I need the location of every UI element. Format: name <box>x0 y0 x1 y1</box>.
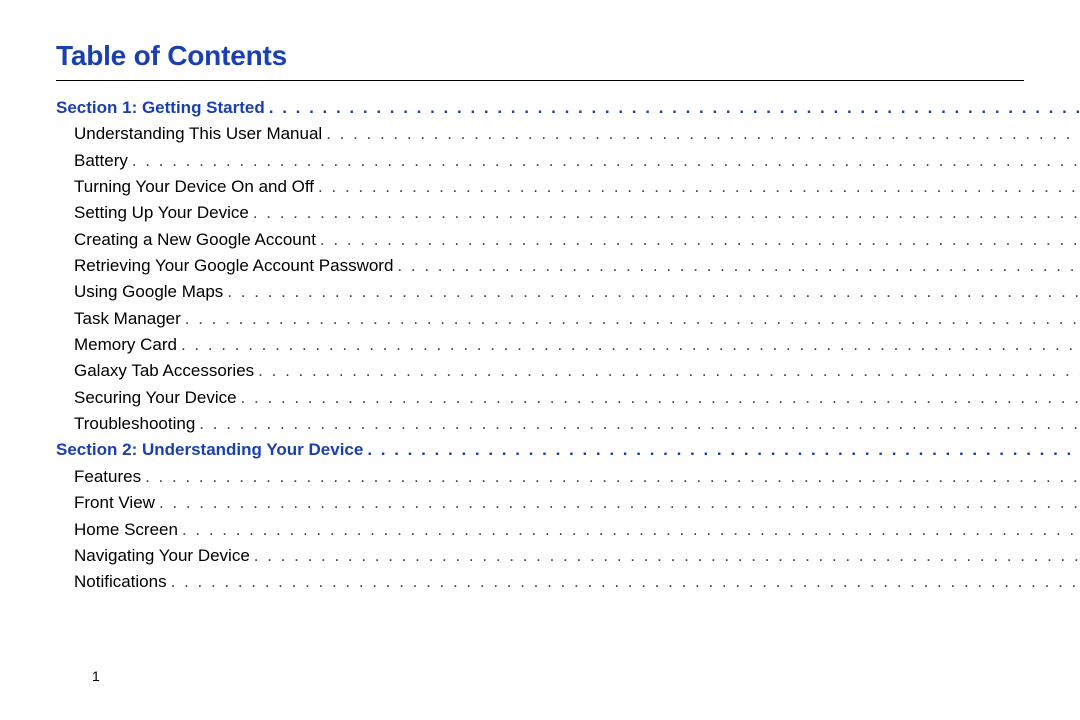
toc-item[interactable]: Understanding This User Manual5 <box>56 121 1080 147</box>
toc-leader-dots <box>258 358 1080 384</box>
toc-item[interactable]: Securing Your Device15 <box>56 385 1080 411</box>
toc-item[interactable]: Creating a New Google Account12 <box>56 227 1080 253</box>
toc-entry-label: Front View <box>74 490 155 516</box>
toc-leader-dots <box>171 569 1080 595</box>
toc-entry-label: Galaxy Tab Accessories <box>74 358 254 384</box>
toc-item[interactable]: Battery6 <box>56 148 1080 174</box>
toc-item[interactable]: Troubleshooting16 <box>56 411 1080 437</box>
toc-entry-label: Memory Card <box>74 332 177 358</box>
toc-item[interactable]: Galaxy Tab Accessories15 <box>56 358 1080 384</box>
toc-leader-dots <box>241 385 1080 411</box>
toc-leader-dots <box>199 411 1080 437</box>
toc-title: Table of Contents <box>56 40 1024 81</box>
toc-columns: Section 1: Getting Started5Understanding… <box>56 95 1024 596</box>
toc-leader-dots <box>320 227 1080 253</box>
toc-leader-dots <box>182 517 1080 543</box>
toc-entry-label: Features <box>74 464 141 490</box>
page-number: 1 <box>92 668 100 684</box>
toc-leader-dots <box>269 95 1080 121</box>
toc-item[interactable]: Home Screen20 <box>56 517 1080 543</box>
toc-entry-label: Turning Your Device On and Off <box>74 174 314 200</box>
toc-item[interactable]: Setting Up Your Device8 <box>56 200 1080 226</box>
toc-leader-dots <box>185 306 1080 332</box>
toc-item[interactable]: Notifications24 <box>56 569 1080 595</box>
toc-leader-dots <box>367 437 1080 463</box>
toc-entry-label: Navigating Your Device <box>74 543 250 569</box>
toc-entry-label: Battery <box>74 148 128 174</box>
toc-entry-label: Troubleshooting <box>74 411 195 437</box>
toc-item[interactable]: Using Google Maps12 <box>56 279 1080 305</box>
toc-entry-label: Notifications <box>74 569 167 595</box>
toc-item[interactable]: Front View18 <box>56 490 1080 516</box>
toc-leader-dots <box>145 464 1080 490</box>
toc-entry-label: Retrieving Your Google Account Password <box>74 253 393 279</box>
toc-column-left: Section 1: Getting Started5Understanding… <box>56 95 1080 596</box>
toc-entry-label: Task Manager <box>74 306 181 332</box>
toc-section[interactable]: Section 1: Getting Started5 <box>56 95 1080 121</box>
toc-leader-dots <box>253 200 1080 226</box>
toc-item[interactable]: Memory Card13 <box>56 332 1080 358</box>
toc-entry-label: Using Google Maps <box>74 279 223 305</box>
toc-item[interactable]: Navigating Your Device23 <box>56 543 1080 569</box>
toc-item[interactable]: Task Manager13 <box>56 306 1080 332</box>
toc-item[interactable]: Retrieving Your Google Account Password1… <box>56 253 1080 279</box>
toc-entry-label: Creating a New Google Account <box>74 227 316 253</box>
toc-entry-label: Section 1: Getting Started <box>56 95 265 121</box>
toc-leader-dots <box>318 174 1080 200</box>
toc-entry-label: Securing Your Device <box>74 385 237 411</box>
toc-entry-label: Home Screen <box>74 517 178 543</box>
toc-leader-dots <box>132 148 1080 174</box>
toc-leader-dots <box>254 543 1080 569</box>
toc-leader-dots <box>397 253 1080 279</box>
toc-entry-label: Section 2: Understanding Your Device <box>56 437 363 463</box>
toc-entry-label: Understanding This User Manual <box>74 121 322 147</box>
toc-section[interactable]: Section 2: Understanding Your Device17 <box>56 437 1080 463</box>
toc-leader-dots <box>181 332 1080 358</box>
toc-item[interactable]: Features17 <box>56 464 1080 490</box>
toc-leader-dots <box>326 121 1080 147</box>
toc-leader-dots <box>159 490 1080 516</box>
toc-item[interactable]: Turning Your Device On and Off8 <box>56 174 1080 200</box>
toc-entry-label: Setting Up Your Device <box>74 200 249 226</box>
toc-leader-dots <box>227 279 1080 305</box>
